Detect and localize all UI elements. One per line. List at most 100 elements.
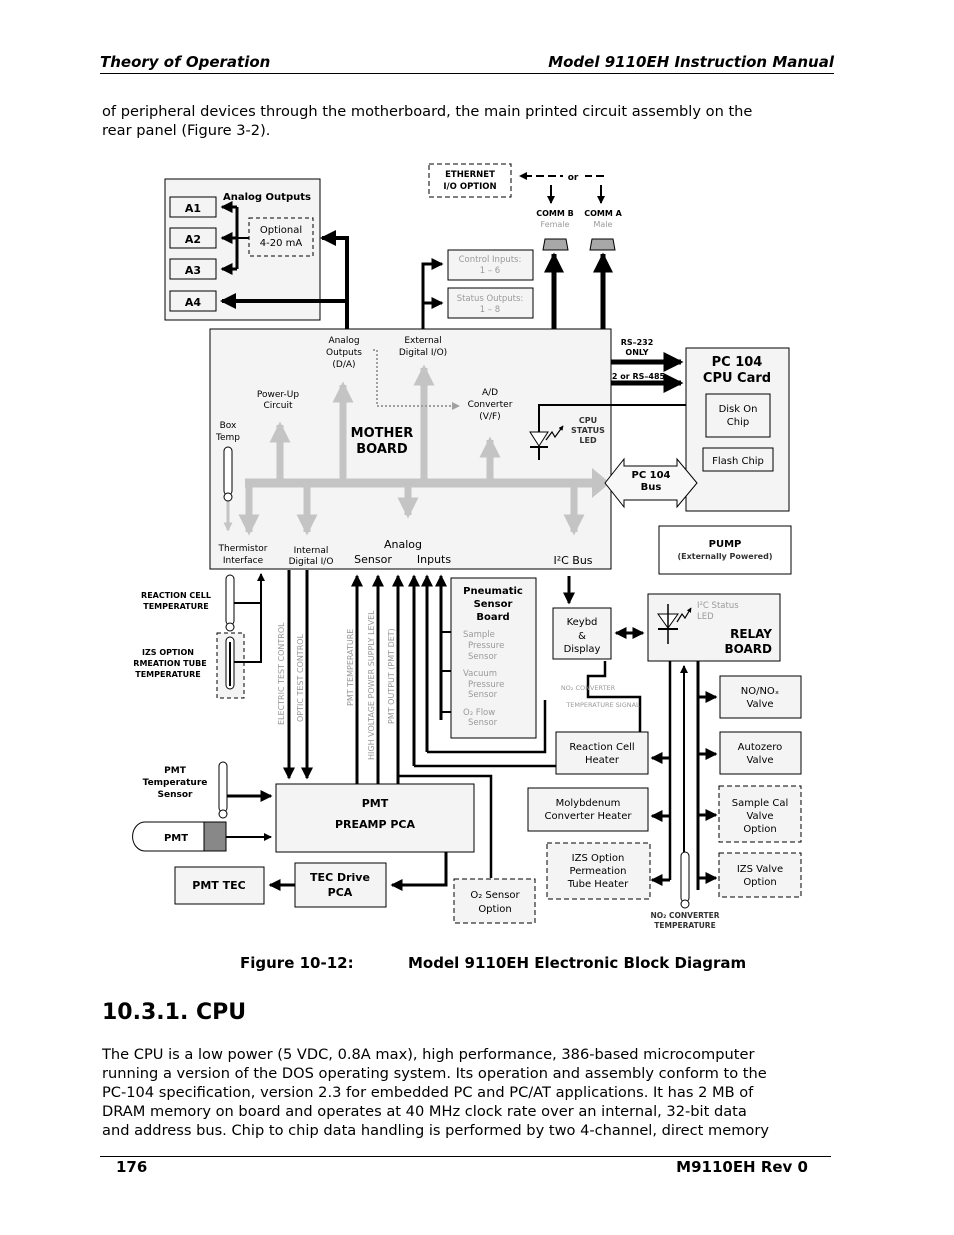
moly-heater-label-2: Converter Heater <box>545 811 633 822</box>
no2-converter-temp-label-2: TEMPERATURE <box>654 921 715 930</box>
no-nox-valve-box <box>719 675 802 719</box>
figure-number: Figure 10-12: <box>240 954 354 972</box>
moly-heater-box <box>527 787 649 832</box>
cpu-led-label-3: LED <box>579 436 597 445</box>
pump-subtitle: (Externally Powered) <box>678 552 773 561</box>
pc104-bus-label: PC 104 <box>631 470 670 481</box>
pmt-tec-label: PMT TEC <box>192 879 245 892</box>
pump-title: PUMP <box>709 539 742 550</box>
ethernet-io-label: I/O OPTION <box>443 182 496 192</box>
optic-test-label: OPTIC TEST CONTROL <box>296 633 305 722</box>
pmt-temp-sensor-label-2: Temperature <box>143 778 208 788</box>
status-outputs-range: 1 – 8 <box>480 305 500 315</box>
relay-board-title: RELAY <box>730 627 772 641</box>
internal-dio-label: Internal <box>294 546 329 556</box>
cpu-led-label-2: STATUS <box>571 426 605 435</box>
analog-outputs-group: Analog Outputs A1 A2 A3 A4 Optional 4-20… <box>164 178 349 330</box>
electric-test-label: ELECTRIC TEST CONTROL <box>277 622 286 725</box>
o2-sensor-label-2: Option <box>478 904 511 915</box>
channel-a4: A4 <box>185 296 202 309</box>
section-heading: 10.3.1. CPU <box>102 1000 247 1025</box>
vacuum-pressure-label: Vacuum <box>463 669 497 679</box>
channel-a1: A1 <box>185 202 201 215</box>
pmt-temp-sensor-label: PMT <box>164 766 187 776</box>
relay-outputs: NO/NOₓ Valve Autozero Valve Reaction Cel… <box>527 675 802 930</box>
pmt-label: PMT <box>164 833 188 844</box>
section-paragraph: The CPU is a low power (5 VDC, 0.8A max)… <box>102 1045 769 1140</box>
no-nox-valve-label: NO/NOₓ <box>741 686 780 697</box>
external-dio-label-2: Digital I/O) <box>399 348 447 358</box>
reaction-heater-label: Reaction Cell <box>569 742 634 753</box>
keyboard-display: Keybd & Display <box>552 576 645 660</box>
analog-label: Analog <box>384 538 422 551</box>
no2-converter-temp-label: NO₂ CONVERTER <box>650 911 719 920</box>
relay-board-title-2: BOARD <box>724 642 772 656</box>
analog-outputs-da-label: Analog <box>328 336 359 346</box>
comm-a-label: COMM A <box>584 209 622 218</box>
pmt-temp-sensor-label-3: Sensor <box>158 790 194 800</box>
analog-outputs-da-label-3: (D/A) <box>332 360 355 370</box>
paragraph-line: PC-104 specification, version 2.3 for em… <box>102 1084 754 1101</box>
o2-flow-label-2: Sensor <box>468 718 498 728</box>
paragraph-line: The CPU is a low power (5 VDC, 0.8A max)… <box>102 1046 755 1063</box>
control-inputs-range: 1 – 6 <box>480 266 500 276</box>
comm-b-label: COMM B <box>536 209 573 218</box>
comm-a-gender: Male <box>594 220 613 229</box>
ad-converter-label-2: Converter <box>468 400 513 410</box>
power-up-label-2: Circuit <box>264 401 293 411</box>
i2c-status-led-label: I²C Status <box>697 601 739 611</box>
no-nox-valve-label-2: Valve <box>746 699 773 710</box>
pump-box: PUMP (Externally Powered) <box>658 525 792 575</box>
izs-heater-label-2: Permeation <box>570 866 627 877</box>
autozero-label: Autozero <box>738 742 783 753</box>
motherboard-title: MOTHER <box>351 426 414 441</box>
izs-heater-label-3: Tube Heater <box>567 879 629 890</box>
pmt-preamp-title-2: PREAMP PCA <box>335 818 416 831</box>
keyboard-label-2: & <box>578 631 586 642</box>
pneumatic-title-2: Sensor <box>474 599 513 610</box>
cpu-card-title-2: CPU Card <box>703 371 771 386</box>
reaction-cell-temp-label-2: TEMPERATURE <box>143 602 209 611</box>
o2-flow-label: O₂ Flow <box>463 708 495 718</box>
pmt-temperature-label: PMT TEMPERATURE <box>346 629 355 706</box>
ethernet-label: ETHERNET <box>445 170 495 180</box>
sample-cal-label-3: Option <box>743 824 776 835</box>
izs-temp-label-3: TEMPERATURE <box>135 670 201 679</box>
external-io-group: Control Inputs: 1 – 6 Status Outputs: 1 … <box>421 249 534 330</box>
o2-sensor-label: O₂ Sensor <box>470 890 520 901</box>
izs-temp-label: IZS OPTION <box>142 648 194 657</box>
rs232-only-label-2: ONLY <box>625 348 648 357</box>
box-temp-thermometer-icon <box>223 446 233 496</box>
left-temperature-sensors: REACTION CELL TEMPERATURE IZS OPTION RME… <box>133 573 265 699</box>
izs-valve-box <box>718 852 802 898</box>
page-number: 176 <box>116 1158 148 1176</box>
power-up-label: Power-Up <box>257 390 299 400</box>
ad-converter-label: A/D <box>482 388 498 398</box>
sensor-label: Sensor <box>354 553 392 566</box>
reaction-heater-label-2: Heater <box>585 755 620 766</box>
pneumatic-title: Pneumatic <box>463 586 523 597</box>
motherboard: Box Temp Power-Up Circuit Analog Outputs… <box>209 328 612 570</box>
reaction-cell-thermometer-icon <box>225 574 235 626</box>
tec-drive-label: TEC Drive <box>310 871 370 884</box>
pc104-bus-label-2: Bus <box>641 482 662 493</box>
comm-a-connector-icon <box>589 238 616 251</box>
cpu-card-title: PC 104 <box>712 355 763 370</box>
ethernet-option-box <box>428 163 512 198</box>
izs-heater-label: IZS Option <box>572 853 625 864</box>
internal-dio-label-2: Digital I/O <box>289 557 334 567</box>
rs232-only-label: RS–232 <box>621 338 654 347</box>
o2-sensor-box <box>453 878 536 924</box>
flash-chip-label: Flash Chip <box>712 456 764 467</box>
paragraph-line: and address bus. Chip to chip data handl… <box>102 1122 769 1139</box>
4-20ma-label: 4-20 mA <box>260 238 303 249</box>
pmt-output-label: PMT OUTPUT (PMT DET) <box>387 628 396 724</box>
ad-converter-label-3: (V/F) <box>479 412 500 422</box>
hv-supply-label: HIGH VOLTAGE POWER SUPPLY LEVEL <box>367 610 376 760</box>
comm-b-connector-icon <box>542 238 569 251</box>
vacuum-pressure-label-2: Pressure <box>468 680 504 690</box>
thermistor-label: Thermistor <box>218 544 268 554</box>
pneumatic-title-3: Board <box>476 612 509 623</box>
channel-a2: A2 <box>185 233 201 246</box>
no2-signal-label-2: TEMPERATURE SIGNAL <box>565 701 640 709</box>
